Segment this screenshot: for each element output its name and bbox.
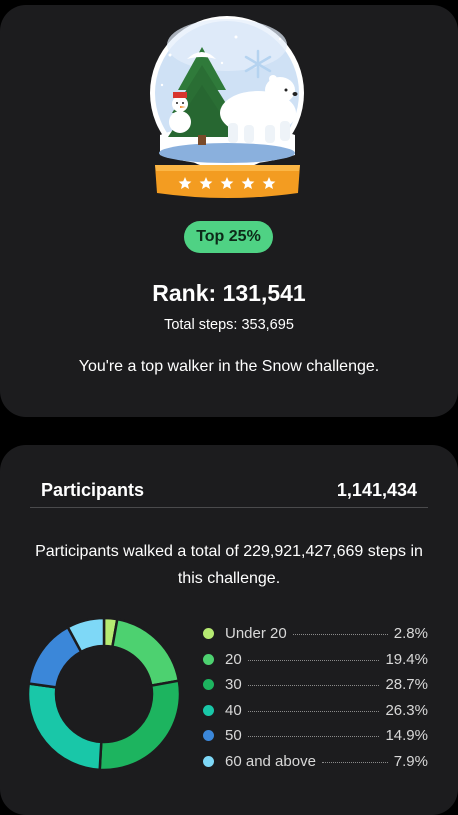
legend-label: 50 <box>225 727 242 745</box>
age-distribution-legend: Under 20 2.8% 20 19.4% 30 28.7% 40 26.3% 50 14.9%… <box>203 621 428 774</box>
snow-globe-illustration <box>150 16 304 198</box>
legend-label: 40 <box>225 701 242 719</box>
legend-value: 14.9% <box>385 727 428 745</box>
participants-summary: Participants walked a total of 229,921,4… <box>35 543 423 587</box>
rank-heading: Rank: 131,541 <box>152 280 306 306</box>
legend-leader-dots <box>321 761 388 763</box>
donut-slice-1 <box>110 618 180 688</box>
participants-title: Participants <box>41 480 145 500</box>
legend-value: 26.3% <box>385 701 428 719</box>
legend-color-dot <box>203 628 214 640</box>
legend-item: 20 19.4% <box>203 647 428 673</box>
legend-item: 60 and above 7.9% <box>203 749 428 775</box>
legend-color-dot <box>203 704 214 716</box>
legend-leader-dots <box>292 634 388 636</box>
participants-count: 1,141,434 <box>336 480 417 500</box>
legend-leader-dots <box>247 736 380 738</box>
donut-slice-3 <box>28 682 103 770</box>
legend-value: 28.7% <box>385 676 428 694</box>
legend-label: 30 <box>225 676 242 694</box>
legend-color-dot <box>203 755 214 767</box>
legend-label: 20 <box>225 650 242 668</box>
legend-item: 30 28.7% <box>203 672 428 698</box>
top-percentile-badge: Top 25% <box>184 221 273 253</box>
divider <box>30 507 428 508</box>
legend-leader-dots <box>247 659 380 661</box>
legend-item: Under 20 2.8% <box>203 621 428 647</box>
legend-item: 40 26.3% <box>203 698 428 724</box>
total-steps-text: Total steps: 353,695 <box>164 317 294 333</box>
legend-label: Under 20 <box>225 625 287 643</box>
legend-value: 7.9% <box>393 752 428 770</box>
donut-slice-2 <box>98 679 180 770</box>
legend-value: 2.8% <box>393 625 428 643</box>
legend-color-dot <box>203 730 214 742</box>
legend-leader-dots <box>247 685 380 687</box>
legend-color-dot <box>203 653 214 665</box>
legend-value: 19.4% <box>385 650 428 668</box>
legend-color-dot <box>203 679 214 691</box>
legend-label: 60 and above <box>225 752 316 770</box>
challenge-message: You're a top walker in the Snow challeng… <box>78 358 380 375</box>
legend-leader-dots <box>247 710 380 712</box>
legend-item: 50 14.9% <box>203 723 428 749</box>
age-distribution-donut-chart <box>28 618 180 770</box>
